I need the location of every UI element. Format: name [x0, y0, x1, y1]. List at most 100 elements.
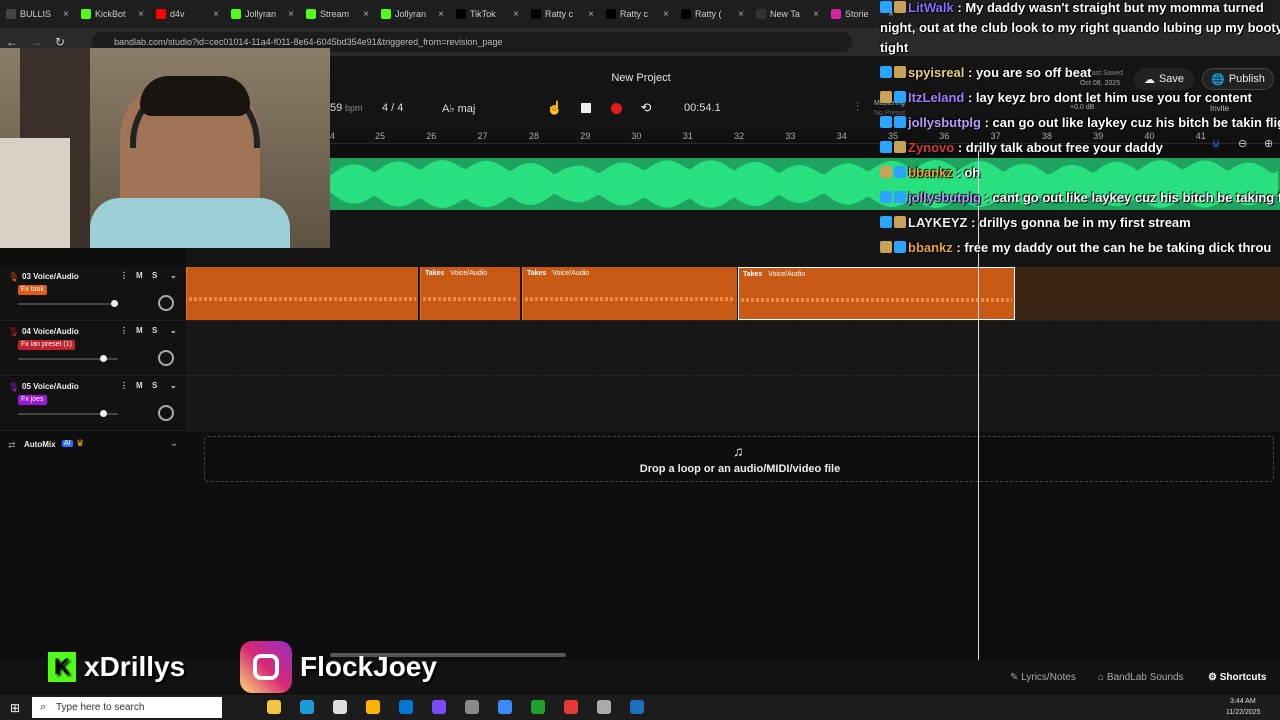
browser-tab[interactable]: KickBot ×: [75, 0, 150, 28]
folder-icon[interactable]: [366, 700, 380, 714]
more-icon[interactable]: ⋮: [120, 271, 128, 280]
app-icon[interactable]: [498, 700, 512, 714]
record-button[interactable]: [605, 98, 627, 118]
browser-tab[interactable]: Jollyran ×: [225, 0, 300, 28]
browser-tab[interactable]: Stream ×: [300, 0, 375, 28]
pan-knob[interactable]: [158, 350, 174, 366]
instagram-logo-icon: [240, 641, 292, 693]
browser-tab[interactable]: Ratty (×: [675, 0, 750, 28]
nvidia-icon[interactable]: [531, 700, 545, 714]
volume-slider[interactable]: [18, 300, 118, 307]
discord-icon[interactable]: [432, 700, 446, 714]
fx-preset-badge[interactable]: Fx ian preset (1): [18, 340, 75, 350]
chat-username: ItzLeland: [908, 90, 965, 105]
user-badge-icon: [880, 1, 892, 13]
chat-text: free my daddy out the can he be taking d…: [964, 240, 1272, 255]
volume-slider-thumb[interactable]: [100, 355, 107, 362]
close-icon[interactable]: ×: [813, 9, 819, 20]
close-icon[interactable]: ×: [63, 9, 69, 20]
volume-slider-thumb[interactable]: [111, 300, 118, 307]
volume-slider[interactable]: [18, 355, 118, 362]
lyrics-notes-button[interactable]: ✎ Lyrics/Notes: [1010, 672, 1076, 683]
ruler-number: 30: [631, 131, 642, 141]
edge-icon[interactable]: [300, 700, 314, 714]
stop-button[interactable]: [575, 98, 597, 118]
track-lane[interactable]: [186, 377, 1280, 431]
back-icon[interactable]: ←: [0, 35, 24, 49]
close-icon[interactable]: ×: [288, 9, 294, 20]
automix-row[interactable]: ⇄ AutoMix AI ♛ ⌄: [0, 432, 186, 458]
mic-icon: 🎙: [8, 382, 20, 392]
store-icon[interactable]: [399, 700, 413, 714]
mute-button[interactable]: M: [136, 381, 143, 390]
close-icon[interactable]: ×: [738, 9, 744, 20]
audio-clip[interactable]: Takes Voice/Audio: [522, 267, 737, 320]
pan-knob[interactable]: [158, 405, 174, 421]
tab-title: Ratty c: [545, 9, 574, 19]
kick-logo-icon: K: [48, 652, 76, 682]
close-icon[interactable]: ×: [663, 9, 669, 20]
file-explorer-icon[interactable]: [267, 700, 281, 714]
taskbar-search[interactable]: ⌕ Type here to search: [32, 697, 222, 718]
audio-clip[interactable]: Takes Voice/Audio: [420, 267, 520, 320]
chevron-down-icon[interactable]: ⌄: [170, 381, 177, 390]
solo-button[interactable]: S: [152, 271, 157, 280]
pan-knob[interactable]: [158, 295, 174, 311]
track-name[interactable]: 04 Voice/Audio: [22, 327, 79, 336]
solo-button[interactable]: S: [152, 326, 157, 335]
audio-clip-selected[interactable]: Takes Voice/Audio: [738, 267, 1015, 320]
favicon-icon: [6, 9, 16, 19]
close-icon[interactable]: ×: [438, 9, 444, 20]
browser-tab[interactable]: New Ta ×: [750, 0, 825, 28]
forward-icon[interactable]: →: [24, 35, 48, 49]
track-header[interactable]: 🎙 04 Voice/Audio Fx ian preset (1) ⋮ M S ⌄: [0, 322, 186, 376]
volume-slider-thumb[interactable]: [100, 410, 107, 417]
app-icon[interactable]: [597, 700, 611, 714]
volume-slider[interactable]: [18, 410, 118, 417]
mastering-icon[interactable]: ⫶: [856, 100, 859, 115]
loop-icon[interactable]: ⟲: [635, 98, 657, 118]
bandlab-sounds-button[interactable]: ⌂ BandLab Sounds: [1098, 672, 1184, 683]
close-icon[interactable]: ×: [213, 9, 219, 20]
browser-tab[interactable]: Ratty c ×: [525, 0, 600, 28]
close-icon[interactable]: ×: [588, 9, 594, 20]
chevron-down-icon[interactable]: ⌄: [170, 271, 177, 280]
track-header[interactable]: 🎙 03 Voice/Audio Fx took ⋮ M S ⌄: [0, 267, 186, 321]
track-name[interactable]: 03 Voice/Audio: [22, 272, 79, 281]
audio-clip[interactable]: [186, 267, 418, 320]
cursor-icon[interactable]: ☝: [544, 98, 566, 118]
more-icon[interactable]: ⋮: [120, 326, 128, 335]
shortcuts-button[interactable]: ⚙ Shortcuts: [1208, 672, 1266, 683]
chevron-down-icon[interactable]: ⌄: [170, 438, 178, 449]
fx-preset-badge[interactable]: Fx took: [18, 285, 47, 295]
browser-tab[interactable]: d4v ×: [150, 0, 225, 28]
chevron-down-icon[interactable]: ⌄: [170, 326, 177, 335]
solo-button[interactable]: S: [152, 381, 157, 390]
bpm-value[interactable]: 59: [330, 102, 342, 114]
browser-tab[interactable]: TikTok ×: [450, 0, 525, 28]
close-icon[interactable]: ×: [513, 9, 519, 20]
track-name[interactable]: 05 Voice/Audio: [22, 382, 79, 391]
track-lane[interactable]: [186, 322, 1280, 376]
app-icon[interactable]: [465, 700, 479, 714]
reload-icon[interactable]: ↻: [48, 35, 72, 49]
drop-zone[interactable]: ♫ Drop a loop or an audio/MIDI/video fil…: [204, 436, 1274, 482]
track-header[interactable]: 🎙 05 Voice/Audio Fx joes ⋮ M S ⌄: [0, 377, 186, 431]
mute-button[interactable]: M: [136, 326, 143, 335]
time-signature[interactable]: 4 / 4: [382, 102, 403, 114]
close-icon[interactable]: ×: [138, 9, 144, 20]
windows-start-icon[interactable]: ⊞: [10, 701, 20, 715]
key-signature[interactable]: A♭ maj: [442, 102, 475, 115]
steam-icon[interactable]: [630, 700, 644, 714]
browser-tab[interactable]: BULLIS ×: [0, 0, 75, 28]
fx-preset-badge[interactable]: Fx joes: [18, 395, 47, 405]
chrome-icon[interactable]: [564, 700, 578, 714]
browser-tab[interactable]: Ratty c ×: [600, 0, 675, 28]
browser-tab[interactable]: Jollyran ×: [375, 0, 450, 28]
close-icon[interactable]: ×: [363, 9, 369, 20]
mute-button[interactable]: M: [136, 271, 143, 280]
app-icon[interactable]: [333, 700, 347, 714]
pen-icon: ✎: [1010, 672, 1019, 683]
project-title[interactable]: New Project: [600, 72, 682, 84]
more-icon[interactable]: ⋮: [120, 381, 128, 390]
